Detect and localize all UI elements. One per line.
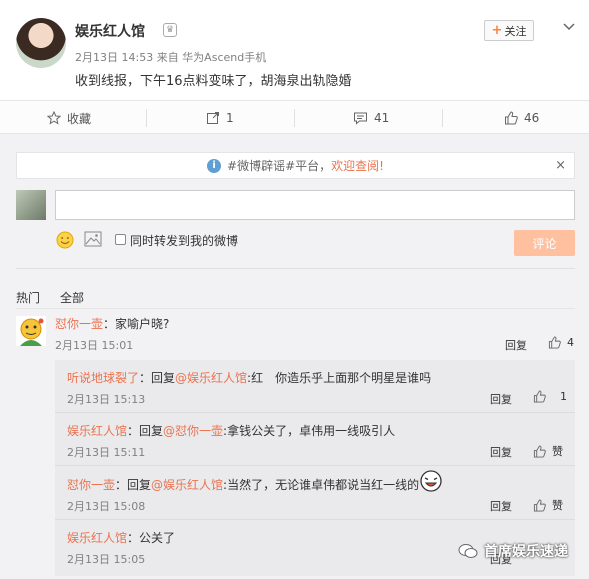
reply-like-button[interactable]: 赞 bbox=[533, 497, 563, 513]
divider bbox=[16, 308, 575, 309]
reply-text: ：回复 bbox=[127, 424, 164, 438]
comment-timestamp: 2月13日 15:01 bbox=[55, 339, 134, 352]
follow-button[interactable]: + 关注 bbox=[484, 20, 534, 41]
comment-text-line: 怼你一壶：家喻户晓? bbox=[55, 315, 169, 332]
reply-reply-button[interactable]: 回复 bbox=[490, 391, 512, 407]
plus-icon: + bbox=[491, 23, 503, 38]
wechat-watermark: 首席娱乐速递 bbox=[458, 541, 568, 561]
tab-all[interactable]: 全部 bbox=[60, 289, 84, 306]
info-icon: i bbox=[207, 158, 222, 173]
submit-comment-button[interactable]: 评论 bbox=[514, 230, 575, 256]
comment-icon bbox=[354, 112, 367, 125]
reply-mention[interactable]: @娱乐红人馆 bbox=[175, 371, 247, 385]
thumbs-up-icon bbox=[505, 111, 518, 125]
divider bbox=[55, 465, 575, 466]
reply-like-button[interactable]: 1 bbox=[533, 390, 567, 403]
divider bbox=[55, 412, 575, 413]
comment-button[interactable]: 41 bbox=[353, 101, 389, 135]
comment-count: 41 bbox=[374, 111, 390, 125]
comment-like-button[interactable]: 4 bbox=[548, 336, 574, 349]
comment-like-count: 4 bbox=[567, 336, 574, 349]
reply-text-line: 听说地球裂了：回复@娱乐红人馆:红 你造乐乎上面那个明星是谁吗 bbox=[67, 369, 431, 386]
my-avatar bbox=[16, 190, 46, 220]
reply-rest: :当然了，无论谁卓伟都说当红一线的 bbox=[223, 478, 420, 492]
repost-count: 1 bbox=[226, 111, 234, 125]
reply-text: ：公关了 bbox=[127, 531, 176, 545]
reply-timestamp: 2月13日 15:11 bbox=[67, 446, 146, 459]
reply-reply-button[interactable]: 回复 bbox=[490, 444, 512, 460]
reply-timestamp: 2月13日 15:05 bbox=[67, 553, 146, 566]
thumbs-up-icon bbox=[533, 498, 546, 512]
thumbs-up-icon bbox=[548, 336, 561, 349]
commenter-avatar[interactable] bbox=[16, 316, 46, 346]
reply-username[interactable]: 娱乐红人馆 bbox=[67, 531, 127, 545]
thumbs-up-icon bbox=[533, 444, 546, 458]
watermark-text: 首席娱乐速递 bbox=[484, 544, 568, 560]
reply-like-count: 赞 bbox=[552, 445, 563, 458]
reply-text-line: 娱乐红人馆：回复@怼你一壶:拿钱公关了，卓伟用一线吸引人 bbox=[67, 422, 395, 439]
reply-text-line: 怼你一壶：回复@娱乐红人馆:当然了，无论谁卓伟都说当红一线的 bbox=[67, 476, 419, 493]
reply-username[interactable]: 怼你一壶 bbox=[67, 478, 115, 492]
repost-button[interactable]: 1 bbox=[206, 101, 234, 135]
close-icon[interactable]: × bbox=[555, 158, 566, 173]
repost-checkbox-label: 同时转发到我的微博 bbox=[130, 234, 239, 248]
reply-mention[interactable]: @娱乐红人馆 bbox=[151, 478, 223, 492]
comment-username[interactable]: 怼你一壶 bbox=[55, 317, 103, 331]
notice-link[interactable]: 欢迎查阅! bbox=[331, 157, 384, 174]
image-icon[interactable] bbox=[84, 231, 102, 247]
wechat-icon bbox=[458, 544, 478, 558]
notice-text: #微博辟谣#平台， bbox=[227, 159, 332, 173]
comment-text: ：家喻户晓? bbox=[103, 317, 170, 331]
repost-checkbox[interactable] bbox=[115, 234, 126, 245]
comment-reply-button[interactable]: 回复 bbox=[505, 337, 527, 353]
like-button[interactable]: 46 bbox=[504, 101, 539, 135]
like-count: 46 bbox=[524, 111, 540, 125]
post-meta: 2月13日 14:53 来自 华为Ascend手机 bbox=[75, 51, 267, 64]
reply-text: ：回复 bbox=[115, 478, 152, 492]
divider bbox=[55, 519, 575, 520]
favorite-label: 收藏 bbox=[67, 111, 92, 126]
chevron-down-icon[interactable] bbox=[562, 20, 576, 34]
reply-reply-button[interactable]: 回复 bbox=[490, 498, 512, 514]
reply-like-button[interactable]: 赞 bbox=[533, 443, 563, 459]
divider bbox=[294, 109, 295, 127]
divider bbox=[442, 109, 443, 127]
reply-mention[interactable]: @怼你一壶 bbox=[163, 424, 223, 438]
rumor-notice-bar: i #微博辟谣#平台， 欢迎查阅! × bbox=[16, 152, 575, 179]
reply-text: ：回复 bbox=[139, 371, 176, 385]
author-name[interactable]: 娱乐红人馆 bbox=[75, 21, 145, 41]
divider bbox=[146, 109, 147, 127]
reply-like-count: 赞 bbox=[552, 499, 563, 512]
laughing-emoji-icon bbox=[420, 470, 442, 492]
reply-username[interactable]: 娱乐红人馆 bbox=[67, 424, 127, 438]
verified-badge-icon: ♛ bbox=[163, 23, 177, 37]
follow-label: 关注 bbox=[504, 24, 527, 38]
divider bbox=[16, 268, 575, 269]
favorite-button[interactable]: 收藏 bbox=[47, 101, 91, 135]
reply-rest: :拿钱公关了，卓伟用一线吸引人 bbox=[223, 424, 396, 438]
post-action-bar: 收藏 1 41 46 bbox=[0, 100, 589, 134]
tab-hot[interactable]: 热门 bbox=[16, 289, 40, 306]
star-icon bbox=[47, 111, 61, 125]
repost-icon bbox=[207, 112, 219, 124]
thumbs-up-icon bbox=[533, 390, 546, 403]
reply-timestamp: 2月13日 15:08 bbox=[67, 500, 146, 513]
weibo-post: 娱乐红人馆 ♛ 2月13日 14:53 来自 华为Ascend手机 收到线报，下… bbox=[0, 0, 589, 100]
author-avatar[interactable] bbox=[16, 18, 66, 68]
emoji-icon[interactable] bbox=[56, 231, 74, 249]
reply-like-count: 1 bbox=[560, 390, 567, 403]
reply-rest: :红 你造乐乎上面那个明星是谁吗 bbox=[247, 371, 432, 385]
reply-username[interactable]: 听说地球裂了 bbox=[67, 371, 139, 385]
comment-input[interactable] bbox=[55, 190, 575, 220]
reply-text-line: 娱乐红人馆：公关了 bbox=[67, 529, 175, 546]
post-content: 收到线报，下午16点料变味了，胡海泉出轨隐婚 bbox=[75, 74, 352, 89]
reply-timestamp: 2月13日 15:13 bbox=[67, 393, 146, 406]
